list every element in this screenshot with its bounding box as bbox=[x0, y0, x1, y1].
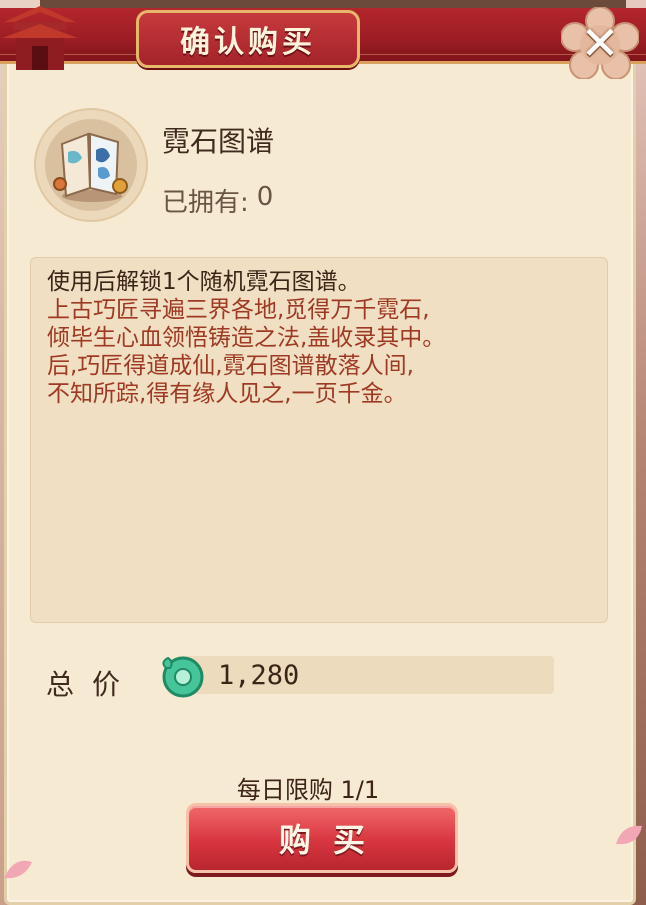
close-icon: ✕ bbox=[580, 16, 620, 70]
book-scroll-icon bbox=[53, 132, 128, 202]
dialog-title-plaque: 确认购买 bbox=[136, 10, 360, 68]
description-lore-line: 后,巧匠得道成仙,霓石图谱散落人间, bbox=[47, 353, 414, 379]
description-lore-line: 上古巧匠寻遍三界各地,觅得万千霓石, bbox=[47, 297, 430, 323]
description-box: 使用后解锁1个随机霓石图谱。 上古巧匠寻遍三界各地,觅得万千霓石, 倾毕生心血领… bbox=[30, 257, 608, 623]
owned-count: 0 bbox=[256, 182, 274, 212]
close-button[interactable]: ✕ bbox=[560, 6, 640, 80]
item-name: 霓石图谱 bbox=[162, 125, 275, 158]
total-price-value: 1,280 bbox=[218, 660, 300, 691]
buy-button-label: 购买 bbox=[278, 821, 387, 859]
description-effect: 使用后解锁1个随机霓石图谱。 bbox=[47, 269, 361, 295]
item-icon-frame bbox=[34, 108, 148, 222]
description-lore-line: 不知所踪,得有缘人见之,一页千金。 bbox=[47, 381, 407, 407]
jade-coin-icon bbox=[162, 656, 204, 698]
daily-purchase-limit: 每日限购 1/1 bbox=[236, 776, 380, 804]
total-price-label: 总价 bbox=[46, 668, 139, 701]
buy-button[interactable]: 购买 bbox=[186, 803, 458, 873]
owned-count-row: 已拥有: 0 bbox=[162, 182, 273, 219]
petal-icon bbox=[616, 825, 642, 845]
owned-label: 已拥有: bbox=[162, 188, 249, 218]
dialog-title: 确认购买 bbox=[180, 25, 316, 60]
pagoda-icon bbox=[2, 6, 78, 70]
petal-icon bbox=[4, 860, 32, 879]
description-lore-line: 倾毕生心血领悟铸造之法,盖收录其中。 bbox=[47, 325, 446, 351]
